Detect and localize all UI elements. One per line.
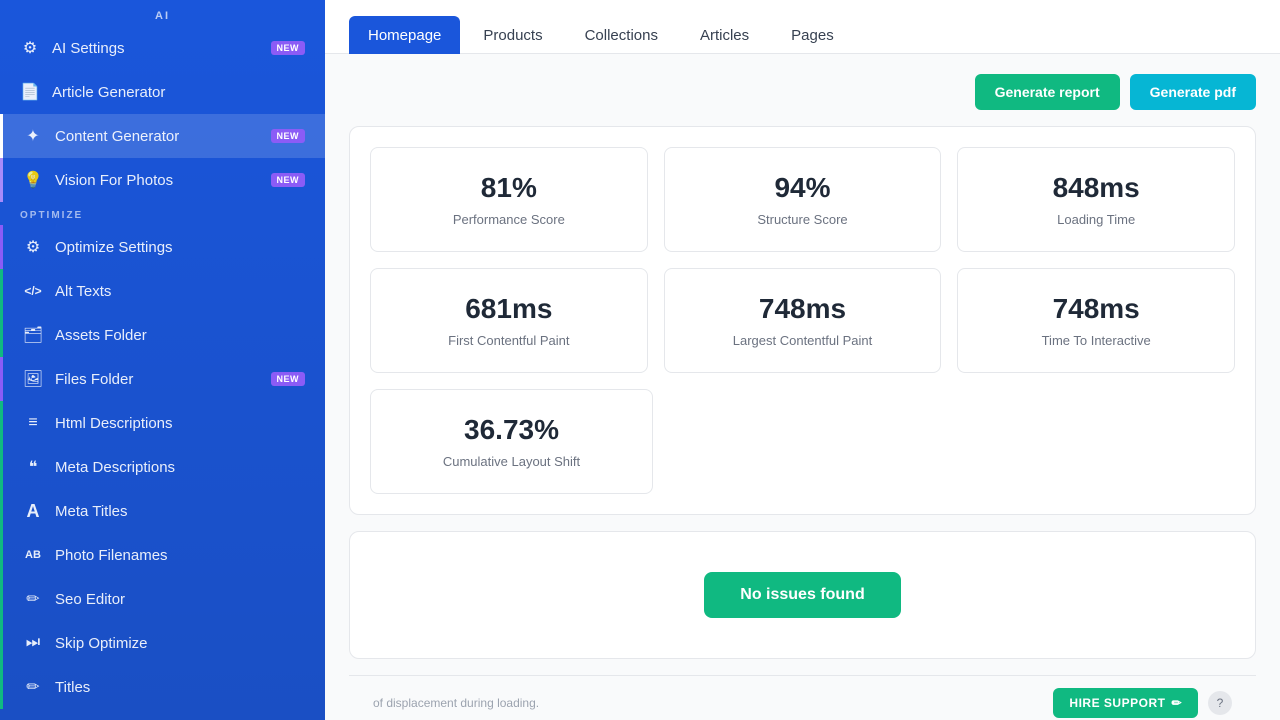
sidebar-item-label: Vision For Photos (55, 172, 173, 189)
sidebar-item-label: Html Descriptions (55, 415, 173, 432)
main-content: Homepage Products Collections Articles P… (325, 0, 1280, 720)
sidebar-item-label: Article Generator (52, 84, 165, 101)
metrics-row-1: 81% Performance Score 94% Structure Scor… (370, 147, 1235, 252)
vision-icon: 💡 (23, 170, 43, 190)
metric-value: 36.73% (387, 414, 636, 446)
tab-homepage[interactable]: Homepage (349, 16, 460, 54)
sidebar-item-label: Assets Folder (55, 327, 147, 344)
tab-pages[interactable]: Pages (772, 16, 853, 54)
new-badge: NEW (271, 129, 306, 143)
gear-icon: ⚙ (20, 38, 40, 58)
generate-report-button[interactable]: Generate report (975, 74, 1120, 110)
sidebar-item-optimize-settings[interactable]: ⚙ Optimize Settings (0, 225, 325, 269)
metric-structure-score: 94% Structure Score (664, 147, 942, 252)
sidebar-item-content-generator[interactable]: ✦ Content Generator NEW (0, 114, 325, 158)
photo-filename-icon: AB (23, 545, 43, 565)
sidebar-item-label: Photo Filenames (55, 547, 168, 564)
footer-text: of displacement during loading. (373, 696, 539, 710)
new-badge: NEW (271, 372, 306, 386)
metrics-section: 81% Performance Score 94% Structure Scor… (349, 126, 1256, 515)
sidebar-item-alt-texts[interactable]: </> Alt Texts (0, 269, 325, 313)
tab-articles[interactable]: Articles (681, 16, 768, 54)
metric-label: Loading Time (974, 212, 1218, 227)
metrics-row-3: 36.73% Cumulative Layout Shift (370, 389, 1235, 494)
content-area: Generate report Generate pdf 81% Perform… (325, 54, 1280, 720)
metric-cumulative-layout-shift: 36.73% Cumulative Layout Shift (370, 389, 653, 494)
metric-label: First Contentful Paint (387, 333, 631, 348)
metric-performance-score: 81% Performance Score (370, 147, 648, 252)
meta-desc-icon: ❝ (23, 457, 43, 477)
tab-bar: Homepage Products Collections Articles P… (325, 0, 1280, 54)
sidebar-item-label: Titles (55, 679, 90, 696)
footer-bar: of displacement during loading. HIRE SUP… (349, 675, 1256, 720)
new-badge: NEW (271, 41, 306, 55)
metric-value: 748ms (974, 293, 1218, 325)
metric-value: 748ms (681, 293, 925, 325)
new-badge: NEW (271, 173, 306, 187)
sidebar: AI ⚙ AI Settings NEW 📄 Article Generator… (0, 0, 325, 720)
article-icon: 📄 (20, 82, 40, 102)
hire-support-button[interactable]: HIRE SUPPORT ✏ (1053, 688, 1198, 718)
sidebar-item-assets-folder[interactable]: 🗂 Assets Folder (0, 313, 325, 357)
metric-value: 94% (681, 172, 925, 204)
metric-label: Performance Score (387, 212, 631, 227)
hire-support-label: HIRE SUPPORT (1069, 696, 1165, 710)
optimize-divider: OPTIMIZE (0, 202, 325, 225)
tab-collections[interactable]: Collections (566, 16, 677, 54)
assets-icon: 🗂 (23, 325, 43, 345)
files-icon: 🖼 (23, 369, 43, 389)
tab-products[interactable]: Products (464, 16, 561, 54)
sidebar-item-label: Alt Texts (55, 283, 111, 300)
metric-value: 681ms (387, 293, 631, 325)
sidebar-item-label: AI Settings (52, 40, 125, 57)
metrics-row-2: 681ms First Contentful Paint 748ms Large… (370, 268, 1235, 373)
sidebar-item-label: Seo Editor (55, 591, 125, 608)
optimize-icon: ⚙ (23, 237, 43, 257)
seo-editor-icon: ✏ (23, 589, 43, 609)
sidebar-item-html-descriptions[interactable]: ≡ Html Descriptions (0, 401, 325, 445)
sidebar-item-ai-settings[interactable]: ⚙ AI Settings NEW (0, 26, 325, 70)
alt-text-icon: </> (23, 281, 43, 301)
sidebar-item-meta-descriptions[interactable]: ❝ Meta Descriptions (0, 445, 325, 489)
no-issues-button[interactable]: No issues found (704, 572, 900, 618)
action-bar: Generate report Generate pdf (349, 74, 1256, 110)
sidebar-item-label: Optimize Settings (55, 239, 173, 256)
sidebar-item-meta-titles[interactable]: A Meta Titles (0, 489, 325, 533)
content-icon: ✦ (23, 126, 43, 146)
sidebar-item-label: Meta Descriptions (55, 459, 175, 476)
metric-value: 848ms (974, 172, 1218, 204)
metric-time-to-interactive: 748ms Time To Interactive (957, 268, 1235, 373)
metric-value: 81% (387, 172, 631, 204)
sidebar-item-vision-for-photos[interactable]: 💡 Vision For Photos NEW (0, 158, 325, 202)
sidebar-item-seo-editor[interactable]: ✏ Seo Editor (0, 577, 325, 621)
sidebar-item-label: Skip Optimize (55, 635, 148, 652)
sidebar-item-files-folder[interactable]: 🖼 Files Folder NEW (0, 357, 325, 401)
titles-icon: ✏ (23, 677, 43, 697)
generate-pdf-button[interactable]: Generate pdf (1130, 74, 1256, 110)
metric-label: Time To Interactive (974, 333, 1218, 348)
sidebar-item-photo-filenames[interactable]: AB Photo Filenames (0, 533, 325, 577)
metric-placeholder (669, 389, 1235, 494)
metric-label: Largest Contentful Paint (681, 333, 925, 348)
metric-label: Structure Score (681, 212, 925, 227)
pencil-icon: ✏ (1171, 696, 1182, 710)
meta-title-icon: A (23, 501, 43, 521)
sidebar-ai-label: AI (0, 0, 325, 26)
sidebar-item-titles[interactable]: ✏ Titles (0, 665, 325, 709)
sidebar-item-article-generator[interactable]: 📄 Article Generator (0, 70, 325, 114)
sidebar-item-label: Meta Titles (55, 503, 128, 520)
sidebar-item-label: Content Generator (55, 128, 179, 145)
html-icon: ≡ (23, 413, 43, 433)
metric-first-contentful-paint: 681ms First Contentful Paint (370, 268, 648, 373)
skip-icon: ⏭ (23, 633, 43, 653)
metric-loading-time: 848ms Loading Time (957, 147, 1235, 252)
metric-largest-contentful-paint: 748ms Largest Contentful Paint (664, 268, 942, 373)
metric-label: Cumulative Layout Shift (387, 454, 636, 469)
help-icon[interactable]: ? (1208, 691, 1232, 715)
sidebar-item-skip-optimize[interactable]: ⏭ Skip Optimize (0, 621, 325, 665)
sidebar-item-label: Files Folder (55, 371, 133, 388)
no-issues-section: No issues found (349, 531, 1256, 659)
